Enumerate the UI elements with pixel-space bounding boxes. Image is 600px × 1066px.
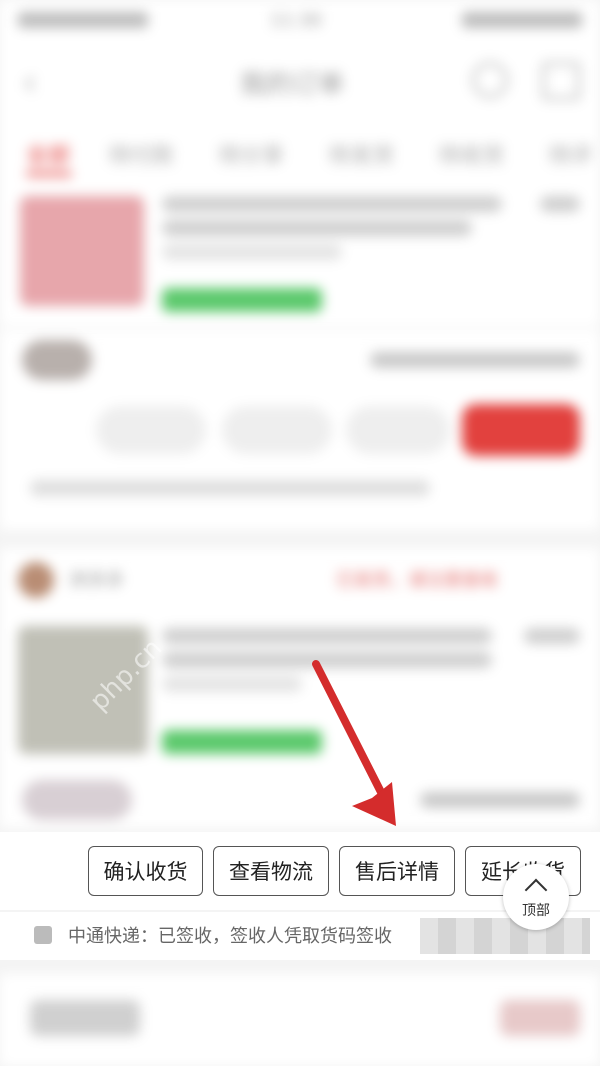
shop-avatar [22, 780, 132, 820]
status-bar: 11:30 [0, 0, 600, 44]
view-logistics-button[interactable]: 查看物流 [213, 846, 329, 896]
cart-icon[interactable] [542, 62, 580, 100]
nav-bar: ‹ 我的订单 [0, 44, 600, 116]
mosaic-redaction [420, 918, 590, 954]
order-card[interactable] [0, 186, 600, 326]
order-action[interactable] [96, 406, 206, 454]
signal-icon [18, 12, 148, 28]
product-title-line [162, 220, 472, 236]
logistics-info[interactable]: 中通快递：已签收，签收人凭取货码签收 [0, 912, 600, 960]
confirm-receipt-button[interactable]: 确认收货 [88, 846, 203, 896]
order-card[interactable]: 拼多多 已发货，请注意查收 [0, 548, 600, 828]
shop-name: 拼多多 [70, 570, 124, 591]
shop-avatar [22, 340, 92, 380]
truck-icon [34, 926, 52, 944]
product-tag [162, 730, 322, 754]
product-price [540, 196, 580, 212]
order-status [500, 1000, 580, 1036]
after-sales-details-button[interactable]: 售后详情 [339, 846, 455, 896]
logistics-text: 中通快递：已签收，签收人凭取货码签收 [68, 926, 392, 947]
product-tag [162, 288, 322, 312]
product-price [524, 628, 580, 644]
product-title-line [162, 628, 492, 644]
logistics-line [30, 480, 430, 496]
page-title: 我的订单 [240, 70, 345, 100]
product-title-line [162, 652, 492, 668]
tab-pending-receipt[interactable]: 待收货 [438, 138, 504, 170]
product-spec-line [162, 676, 302, 692]
back-to-top-label: 顶部 [522, 903, 550, 919]
chevron-up-icon [524, 878, 548, 902]
product-spec-line [162, 244, 342, 260]
tab-pending-review[interactable]: 待评 [548, 138, 592, 170]
order-summary [420, 792, 580, 808]
product-title-line [162, 196, 502, 212]
shop-avatar [18, 562, 54, 598]
order-tabs: 全部 待付款 待分享 待发货 待收货 待评 [0, 116, 600, 186]
primary-order-action[interactable] [462, 404, 580, 456]
tab-all[interactable]: 全部 [26, 138, 70, 170]
battery-icon [462, 12, 582, 28]
back-to-top-button[interactable]: 顶部 [503, 864, 569, 930]
shop-avatar [30, 1000, 140, 1036]
tab-pending-payment[interactable]: 待付款 [108, 138, 174, 170]
order-card[interactable] [0, 974, 600, 1066]
search-icon[interactable] [472, 62, 508, 98]
order-summary [370, 352, 580, 368]
active-tab-indicator [26, 172, 72, 176]
product-image [20, 196, 144, 306]
order-status: 已发货，请注意查收 [336, 570, 498, 591]
back-icon[interactable]: ‹ [22, 60, 37, 104]
tab-pending-share[interactable]: 待分享 [218, 138, 284, 170]
order-action[interactable] [346, 406, 450, 454]
tab-pending-shipment[interactable]: 待发货 [328, 138, 394, 170]
order-card[interactable] [0, 330, 600, 530]
status-time: 11:30 [270, 10, 322, 31]
order-action[interactable] [222, 406, 332, 454]
